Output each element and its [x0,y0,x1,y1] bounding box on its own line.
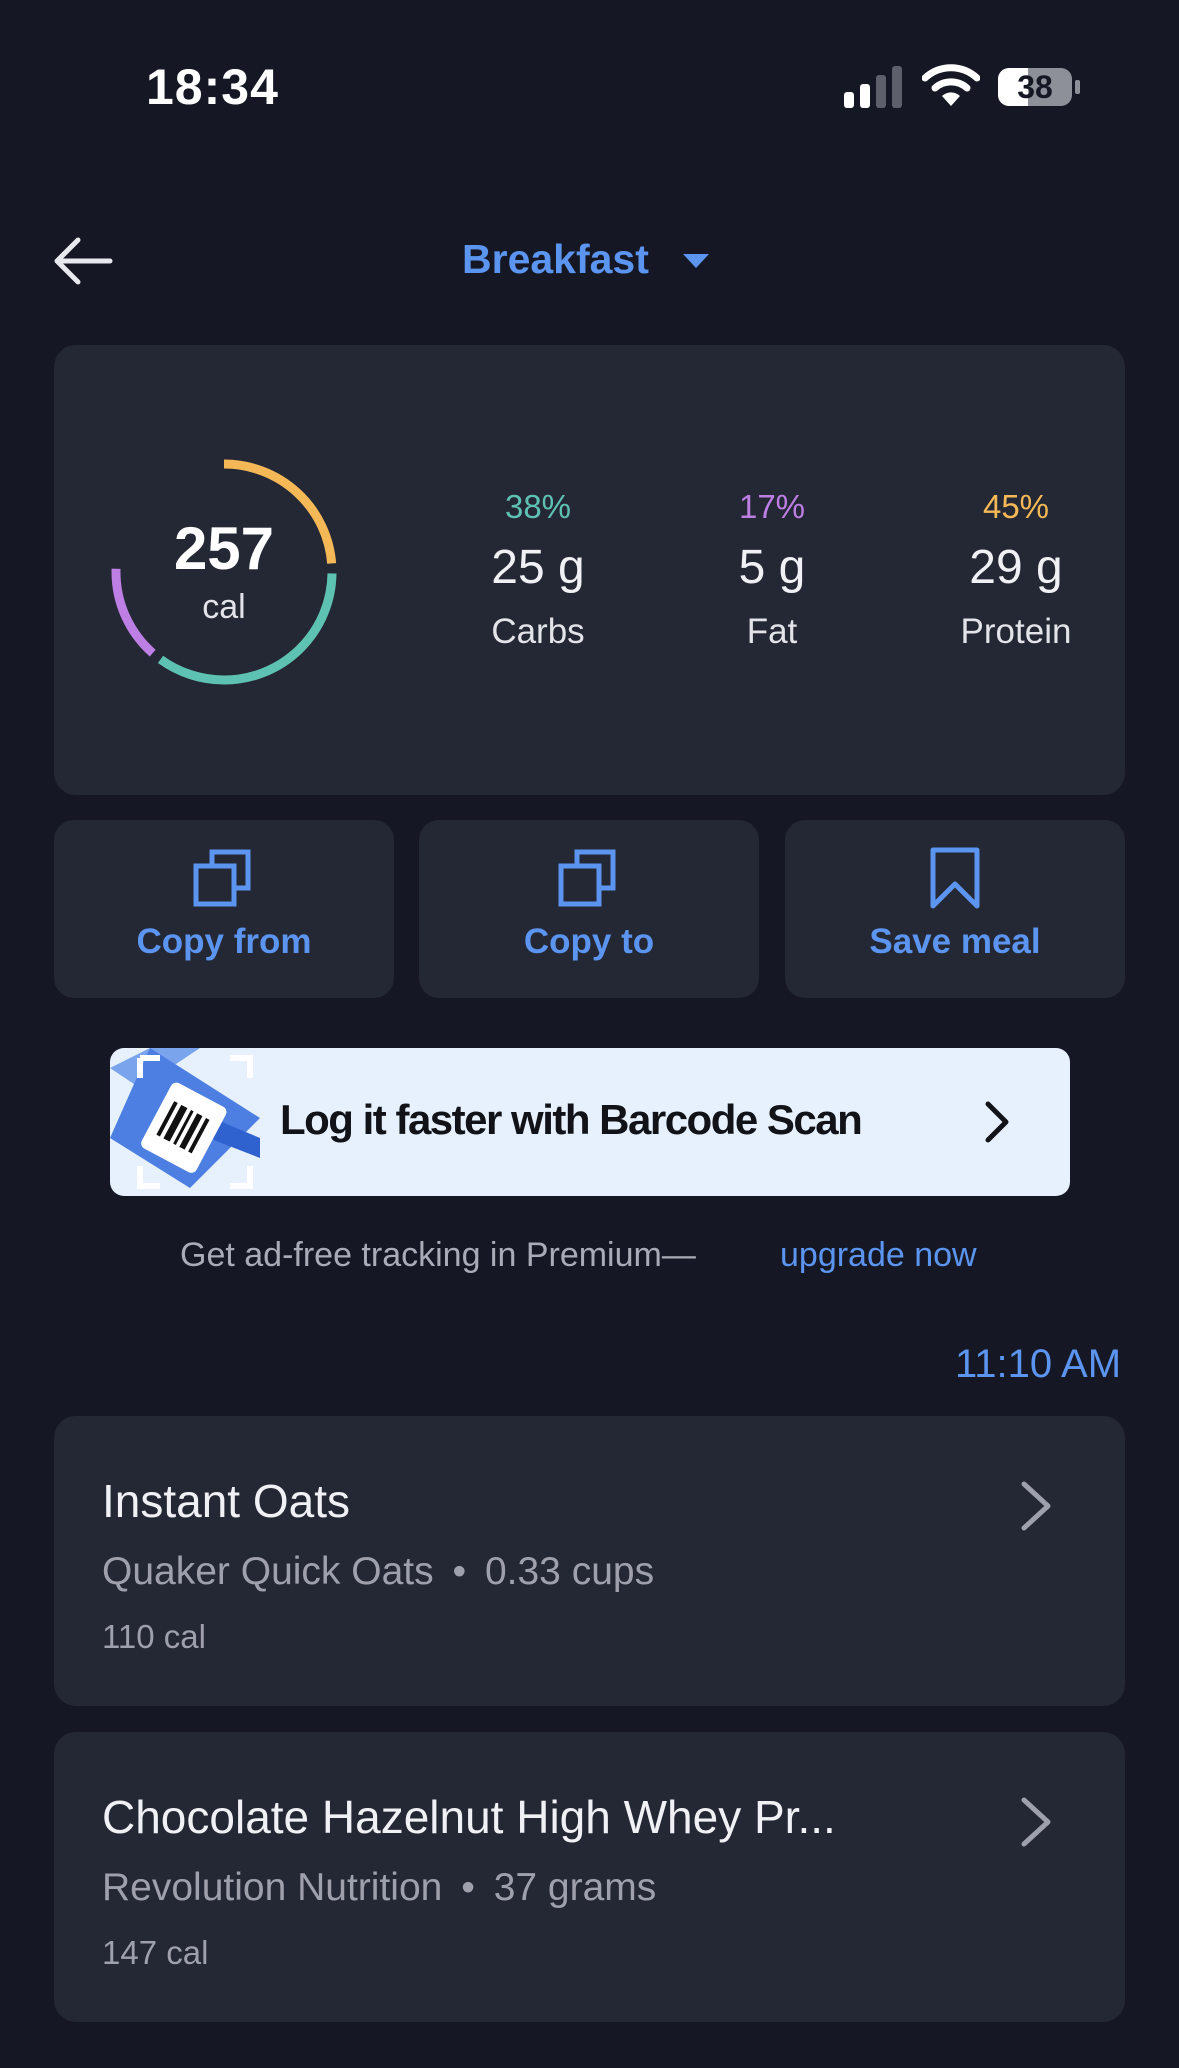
chevron-right-icon [1021,1481,1051,1531]
carbs-label: Carbs [491,612,585,651]
battery-level: 38 [1017,69,1053,105]
meal-selector[interactable]: Breakfast [462,236,649,283]
carbs-grams: 25 g [491,541,585,594]
food-entry[interactable]: Chocolate Hazelnut High Whey Pr... Revol… [54,1732,1125,2022]
signal-icon [844,66,902,108]
chevron-right-icon [985,1101,1009,1143]
copy-from-label[interactable]: Copy from [54,922,394,962]
separator: • [461,1866,475,1909]
bookmark-icon [930,847,980,909]
caret-down-icon[interactable] [680,248,712,274]
food-brand: Quaker Quick Oats [102,1550,434,1593]
banner-text: Log it faster with Barcode Scan [280,1096,863,1143]
separator: • [452,1550,467,1593]
copy-to-label[interactable]: Copy to [419,922,759,962]
premium-note: Get ad-free tracking in Premium— [180,1236,696,1274]
food-name: Chocolate Hazelnut High Whey Pr... [102,1791,836,1843]
save-meal-label[interactable]: Save meal [785,922,1125,962]
food-entry[interactable]: Instant Oats Quaker Quick Oats • 0.33 cu… [54,1416,1125,1706]
copy-icon [558,849,616,907]
battery-icon: 38 [998,66,1082,108]
food-detail: Revolution Nutrition • 37 grams [102,1866,656,1910]
barcode-scan-banner[interactable]: Log it faster with Barcode Scan [110,1048,1070,1196]
barcode-scan-illustration [110,1048,260,1189]
food-detail: Quaker Quick Oats • 0.33 cups [102,1550,654,1594]
food-name: Instant Oats [102,1475,351,1527]
protein-grams: 29 g [969,541,1063,594]
carbs-percent: 38% [504,488,572,525]
food-serving: 37 grams [493,1866,657,1909]
fat-percent: 17% [738,488,806,525]
back-arrow-icon[interactable] [52,236,114,286]
fat-label: Fat [746,612,798,651]
upgrade-now-link[interactable]: upgrade now [780,1236,977,1275]
protein-label: Protein [960,612,1072,651]
food-serving: 0.33 cups [484,1550,655,1593]
calorie-total: 257 [173,515,275,582]
fat-grams: 5 g [738,541,806,594]
food-brand: Revolution Nutrition [102,1866,443,1909]
status-time: 18:34 [146,59,279,115]
food-calories: 147 cal [102,1934,209,1971]
wifi-icon [922,64,980,106]
calorie-unit: cal [202,588,246,626]
copy-icon [193,849,251,907]
protein-percent: 45% [982,488,1050,525]
chevron-right-icon [1021,1797,1051,1847]
food-calories: 110 cal [102,1618,206,1655]
log-time[interactable]: 11:10 AM [955,1342,1121,1387]
